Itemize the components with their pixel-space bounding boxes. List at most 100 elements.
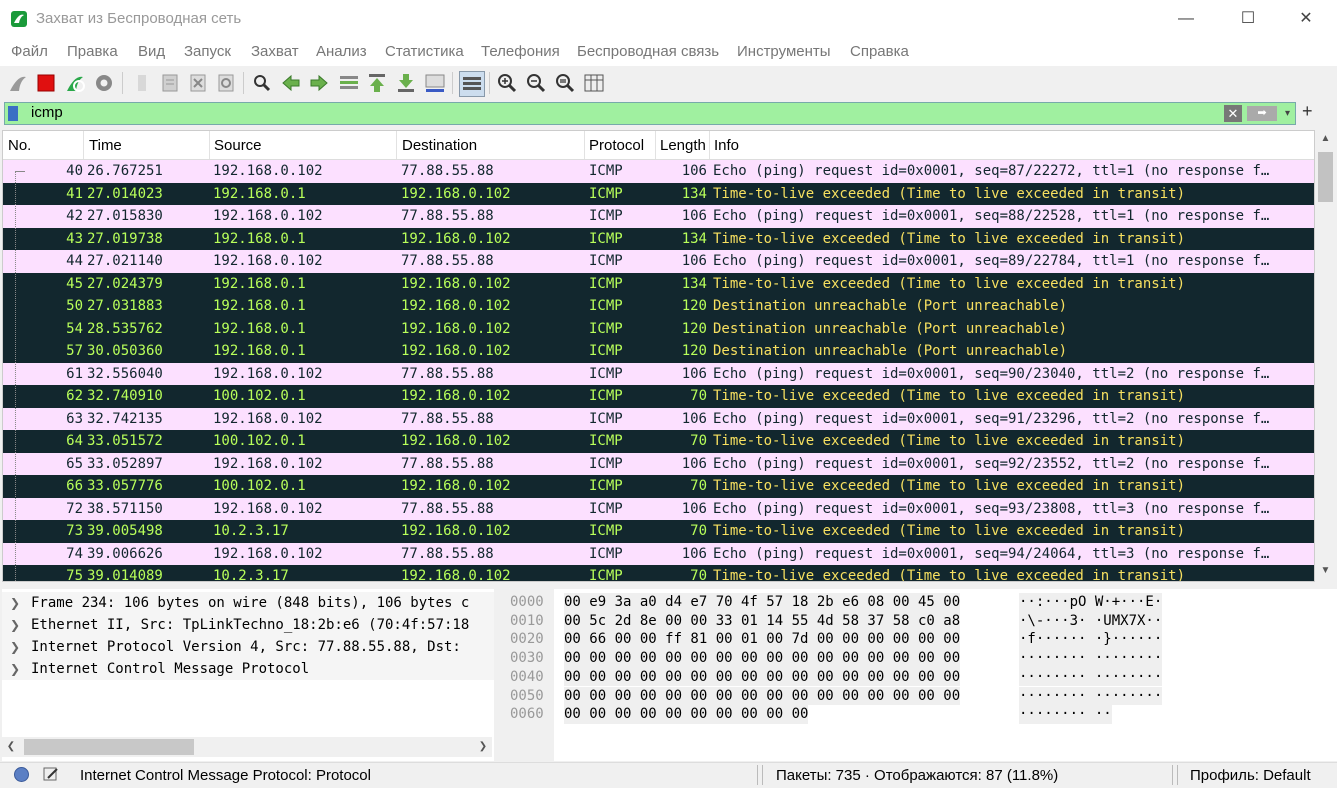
- packet-row[interactable]: 44 27.021140 192.168.0.102 77.88.55.88 ICMP 1…: [3, 250, 1314, 273]
- scroll-right-icon[interactable]: ❯: [474, 737, 492, 757]
- packet-row[interactable]: 40 26.767251 192.168.0.102 77.88.55.88 ICMP 1…: [3, 160, 1314, 183]
- column-header-time[interactable]: Time: [89, 137, 122, 154]
- hex-bytes[interactable]: 00 00 00 00 00 00 00 00 00 00 00 00 00 0…: [564, 686, 961, 705]
- hex-bytes[interactable]: 00 5c 2d 8e 00 00 33 01 14 55 4d 58 37 5…: [564, 611, 961, 631]
- menu-help[interactable]: Справка: [850, 43, 909, 60]
- menu-tools[interactable]: Инструменты: [737, 43, 831, 60]
- scroll-thumb[interactable]: [1318, 152, 1333, 202]
- packet-row[interactable]: 43 27.019738 192.168.0.1 192.168.0.102 ICMP 1…: [3, 227, 1314, 250]
- packet-list-vscroll[interactable]: ▲ ▼: [1316, 130, 1335, 582]
- first-packet-icon[interactable]: [365, 71, 389, 95]
- colorize-icon[interactable]: [459, 71, 485, 97]
- packet-row[interactable]: 75 39.014089 10.2.3.17 192.168.0.102 ICMP 70 T…: [3, 565, 1314, 581]
- bookmark-icon[interactable]: [8, 106, 18, 121]
- last-packet-icon[interactable]: [394, 71, 418, 95]
- find-icon[interactable]: [250, 71, 274, 95]
- hex-bytes[interactable]: 00 66 00 00 ff 81 00 01 00 7d 00 00 00 0…: [564, 630, 961, 649]
- packet-row[interactable]: 66 33.057776 100.102.0.1 192.168.0.102 ICMP 7…: [3, 475, 1314, 498]
- menu-capture[interactable]: Захват: [251, 43, 299, 60]
- back-arrow-icon[interactable]: [279, 71, 303, 95]
- hex-bytes[interactable]: 00 00 00 00 00 00 00 00 00 00: [564, 705, 809, 724]
- restart-icon[interactable]: [63, 71, 87, 95]
- column-header-info[interactable]: Info: [714, 137, 739, 154]
- ascii-bytes[interactable]: ··:···pO W·+···E·: [1019, 593, 1163, 612]
- ascii-bytes[interactable]: ········ ··: [1019, 705, 1112, 724]
- hex-bytes[interactable]: 00 00 00 00 00 00 00 00 00 00 00 00 00 0…: [564, 667, 961, 687]
- column-header-destination[interactable]: Destination: [402, 137, 477, 154]
- packet-row[interactable]: 54 28.535762 192.168.0.1 192.168.0.102 ICMP 1…: [3, 317, 1314, 340]
- ascii-bytes[interactable]: ········ ········: [1019, 667, 1163, 687]
- zoom-reset-icon[interactable]: [553, 71, 577, 95]
- packet-row[interactable]: 45 27.024379 192.168.0.1 192.168.0.102 ICMP 1…: [3, 272, 1314, 295]
- filter-history-dropdown[interactable]: ▾: [1285, 106, 1297, 121]
- status-separator[interactable]: [762, 765, 763, 785]
- menu-edit[interactable]: Правка: [67, 43, 118, 60]
- scroll-left-icon[interactable]: ❮: [2, 737, 20, 757]
- reload-icon[interactable]: [214, 71, 238, 95]
- status-separator[interactable]: [757, 765, 758, 785]
- close-file-icon[interactable]: [186, 71, 210, 95]
- apply-filter-icon[interactable]: ➡: [1247, 106, 1277, 121]
- capture-comment-icon[interactable]: [42, 766, 60, 782]
- zoom-out-icon[interactable]: [524, 71, 548, 95]
- menu-view[interactable]: Вид: [138, 43, 165, 60]
- details-hscroll[interactable]: ❮ ❯: [2, 737, 492, 757]
- column-separator[interactable]: [709, 131, 710, 159]
- expert-info-icon[interactable]: [14, 767, 29, 782]
- detail-row-ethernet[interactable]: ❯ Ethernet II, Src: TpLinkTechno_18:2b:e…: [2, 614, 494, 636]
- zoom-in-icon[interactable]: [495, 71, 519, 95]
- ascii-bytes[interactable]: ········ ········: [1019, 686, 1163, 705]
- shark-fin-start-icon[interactable]: [6, 71, 30, 95]
- status-separator[interactable]: [1177, 765, 1178, 785]
- column-separator[interactable]: [655, 131, 656, 159]
- expand-chevron-icon[interactable]: ❯: [10, 614, 20, 636]
- detail-row-frame[interactable]: ❯ Frame 234: 106 bytes on wire (848 bits…: [2, 592, 494, 614]
- maximize-button[interactable]: ☐: [1225, 6, 1271, 32]
- column-header-protocol[interactable]: Protocol: [589, 137, 644, 154]
- menu-statistics[interactable]: Статистика: [385, 43, 464, 60]
- autoscroll-icon[interactable]: [423, 71, 447, 95]
- display-filter-input[interactable]: icmp ✕ ➡ ▾: [4, 102, 1296, 125]
- scroll-thumb[interactable]: [24, 739, 194, 755]
- options-gear-icon[interactable]: [92, 71, 116, 95]
- scroll-down-icon[interactable]: ▼: [1316, 562, 1335, 580]
- column-header-length[interactable]: Length: [660, 137, 706, 154]
- menu-telephony[interactable]: Телефония: [481, 43, 560, 60]
- packet-row[interactable]: 64 33.051572 100.102.0.1 192.168.0.102 ICMP 7…: [3, 430, 1314, 453]
- stop-icon[interactable]: [34, 71, 58, 95]
- packet-row[interactable]: 72 38.571150 192.168.0.102 77.88.55.88 ICMP 1…: [3, 497, 1314, 520]
- packet-row[interactable]: 61 32.556040 192.168.0.102 77.88.55.88 ICMP 1…: [3, 362, 1314, 385]
- packet-row[interactable]: 41 27.014023 192.168.0.1 192.168.0.102 ICMP 1…: [3, 182, 1314, 205]
- column-separator[interactable]: [396, 131, 397, 159]
- packet-row[interactable]: 63 32.742135 192.168.0.102 77.88.55.88 ICMP 1…: [3, 407, 1314, 430]
- column-header-source[interactable]: Source: [214, 137, 262, 154]
- status-separator[interactable]: [1172, 765, 1173, 785]
- hex-bytes[interactable]: 00 00 00 00 00 00 00 00 00 00 00 00 00 0…: [564, 649, 961, 668]
- column-header-no[interactable]: No.: [8, 137, 31, 154]
- detail-row-ipv4[interactable]: ❯ Internet Protocol Version 4, Src: 77.8…: [2, 636, 494, 658]
- goto-packet-icon[interactable]: [337, 71, 361, 95]
- minimize-button[interactable]: —: [1163, 6, 1209, 32]
- menu-go[interactable]: Запуск: [184, 43, 231, 60]
- resize-columns-icon[interactable]: [582, 71, 606, 95]
- clear-filter-icon[interactable]: ✕: [1224, 105, 1242, 122]
- add-filter-button[interactable]: +: [1302, 101, 1318, 122]
- packet-row[interactable]: 50 27.031883 192.168.0.1 192.168.0.102 ICMP 1…: [3, 295, 1314, 318]
- menu-file[interactable]: Файл: [11, 43, 48, 60]
- packet-row[interactable]: 65 33.052897 192.168.0.102 77.88.55.88 ICMP 1…: [3, 452, 1314, 475]
- ascii-bytes[interactable]: ·f······ ·}······: [1019, 630, 1163, 649]
- close-button[interactable]: ✕: [1283, 6, 1329, 32]
- status-profile[interactable]: Профиль: Default: [1190, 767, 1311, 784]
- menu-analyze[interactable]: Анализ: [316, 43, 367, 60]
- column-separator[interactable]: [584, 131, 585, 159]
- hex-bytes[interactable]: 00 e9 3a a0 d4 e7 70 4f 57 18 2b e6 08 0…: [564, 593, 961, 612]
- packet-row[interactable]: 74 39.006626 192.168.0.102 77.88.55.88 ICMP 1…: [3, 542, 1314, 565]
- ascii-bytes[interactable]: ·\-···3· ·UMX7X··: [1019, 611, 1163, 631]
- expand-chevron-icon[interactable]: ❯: [10, 636, 20, 658]
- packet-row[interactable]: 73 39.005498 10.2.3.17 192.168.0.102 ICMP 70 T…: [3, 520, 1314, 543]
- packet-row[interactable]: 62 32.740910 100.102.0.1 192.168.0.102 ICMP 7…: [3, 385, 1314, 408]
- forward-arrow-icon[interactable]: [307, 71, 331, 95]
- menu-wireless[interactable]: Беспроводная связь: [577, 43, 719, 60]
- expand-chevron-icon[interactable]: ❯: [10, 592, 20, 614]
- scroll-up-icon[interactable]: ▲: [1316, 130, 1335, 148]
